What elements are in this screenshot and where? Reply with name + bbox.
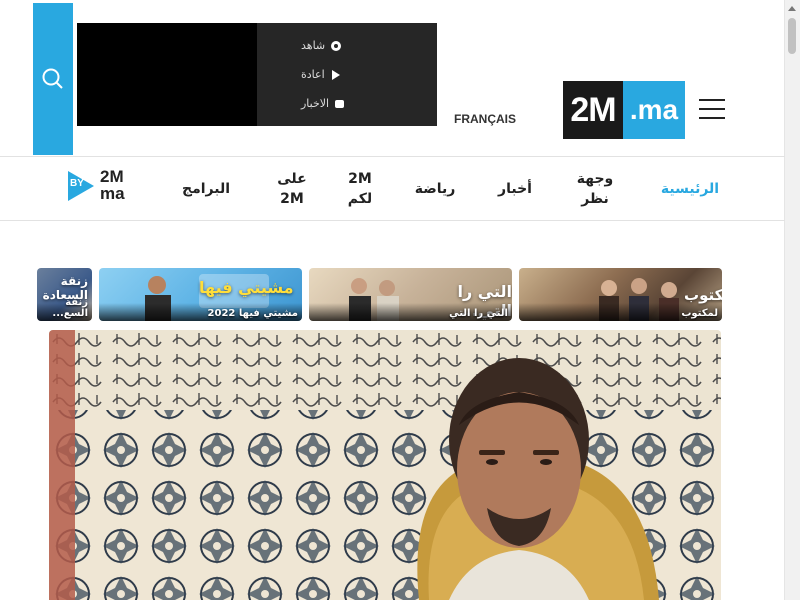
logo-2m-part: 2M [563, 81, 623, 139]
by-logo-line2: ma [100, 184, 125, 203]
by-label: BY [70, 178, 84, 189]
nav-item-home[interactable]: الرئيسية [650, 157, 730, 220]
live-menu-item-watch[interactable]: شاهد [301, 31, 421, 60]
site-logo[interactable]: 2M .ma [563, 81, 685, 139]
search-button[interactable] [33, 3, 73, 155]
thumbnail-title: مشيتي فيها [199, 278, 294, 297]
menu-hamburger-button[interactable] [699, 99, 725, 121]
thumbnail-title: مكتوب [684, 286, 722, 304]
scroll-up-arrow-icon[interactable] [788, 6, 796, 11]
nav-item-sports[interactable]: رياضة [405, 157, 465, 220]
carousel-item-4[interactable]: زنقة السعادة زنقة السع... [37, 268, 92, 321]
hamburger-line [699, 108, 725, 110]
thumbnail-caption: زنقة السع... [52, 297, 88, 319]
hero-image[interactable] [49, 330, 721, 600]
live-tv-widget: شاهد اعادة الاخبار [77, 23, 437, 126]
tv-icon [335, 99, 345, 108]
by-logo-text: 2M ma [100, 168, 125, 202]
live-video-player[interactable] [77, 23, 257, 126]
live-menu-label: الاخبار [301, 97, 330, 110]
thumbnail-caption: لمكتوب [681, 308, 718, 319]
programs-carousel: مكتوب لمكتوب التي را التي... التي را الت… [0, 268, 785, 321]
thumbnail-caption: التي را التي [449, 308, 508, 319]
live-menu-label: اعادة [301, 68, 325, 81]
scrollbar-thumb[interactable] [788, 18, 796, 54]
carousel-item-2[interactable]: التي را التي... التي را التي [309, 268, 512, 321]
hamburger-line [699, 99, 725, 101]
hamburger-line [699, 117, 725, 119]
by-logo-line1: 2M [100, 167, 124, 186]
search-icon [42, 68, 63, 89]
live-menu-label: شاهد [301, 39, 326, 52]
carousel-item-1[interactable]: مكتوب لمكتوب [519, 268, 722, 321]
live-menu-item-replay[interactable]: اعادة [301, 60, 421, 89]
live-menu-item-news[interactable]: الاخبار [301, 89, 421, 118]
vertical-scrollbar[interactable] [784, 0, 800, 600]
language-switch-link[interactable]: FRANÇAIS [454, 112, 516, 126]
nav-item-opinion[interactable]: وجهة نظر [570, 157, 620, 220]
nav-item-2m-lakum[interactable]: 2M لكم [338, 157, 382, 220]
logo-ma-part: .ma [623, 81, 685, 139]
live-menu: شاهد اعادة الاخبار [301, 31, 421, 118]
by-2m-ma-logo[interactable]: BY 2M ma [68, 168, 140, 208]
nav-item-news[interactable]: أخبار [490, 157, 540, 220]
nav-item-ala-2m[interactable]: على 2M [270, 157, 314, 220]
circle-icon [331, 40, 342, 51]
nav-item-programs[interactable]: البرامج [170, 157, 242, 220]
portrait-photo [49, 330, 721, 600]
play-icon [331, 69, 340, 80]
carousel-item-3[interactable]: مشيتي فيها مشيتي فيها 2022 [99, 268, 302, 321]
thumbnail-caption: مشيتي فيها 2022 [207, 308, 298, 319]
